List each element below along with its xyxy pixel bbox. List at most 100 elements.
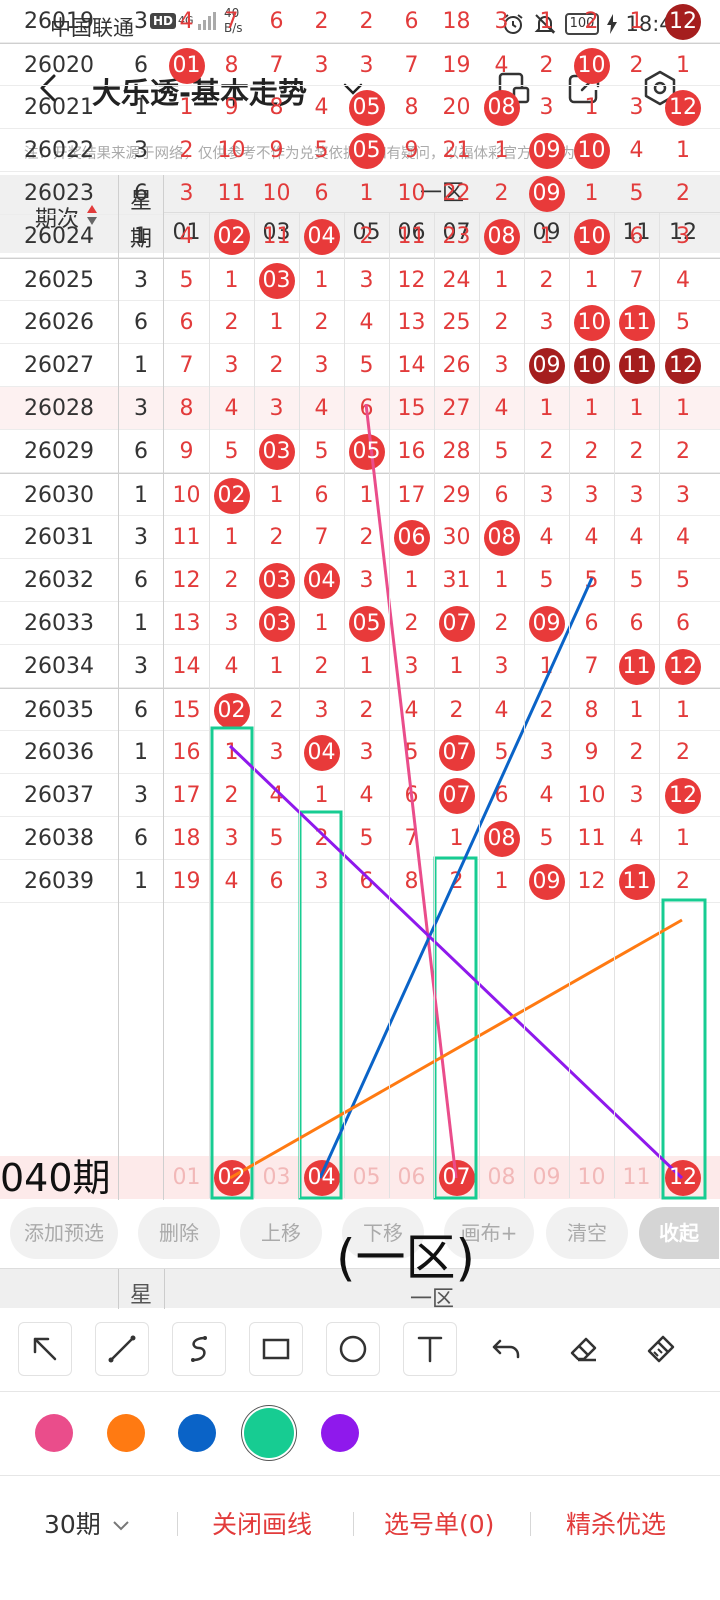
pen-color-swatch[interactable] (35, 1414, 73, 1452)
omission-value: 9 (254, 129, 299, 172)
period-selector[interactable]: 30期 (44, 1505, 133, 1541)
weekday: 6 (134, 53, 148, 78)
cell-value: 05 (352, 439, 381, 464)
cell-value: 12 (577, 869, 606, 894)
cell-value: 6 (584, 611, 599, 636)
pen-color-swatch[interactable] (107, 1414, 145, 1452)
cell-value: 3 (404, 654, 419, 679)
drawn-number-ball: 03 (254, 559, 299, 602)
zone-annotation-text: (一区) (336, 1229, 476, 1287)
prediction-number[interactable]: 06 (389, 1156, 434, 1199)
cell-value: 2 (269, 525, 284, 550)
omission-value: 1 (569, 259, 614, 302)
prediction-period-label: 040期 (0, 1156, 111, 1200)
omission-value: 3 (389, 645, 434, 688)
omission-value: 1 (659, 387, 707, 430)
prediction-number[interactable]: 10 (569, 1156, 614, 1199)
prediction-number[interactable]: 01 (164, 1156, 209, 1199)
cell-value: 2 (676, 740, 690, 765)
cell-value: 2 (224, 310, 239, 335)
cell-value: 12 (669, 353, 697, 378)
cell-value: 11 (622, 869, 651, 894)
omission-value: 4 (569, 516, 614, 559)
cell-value: 18 (172, 826, 201, 851)
pen-color-swatch[interactable] (178, 1414, 216, 1452)
undo-icon[interactable] (480, 1322, 534, 1376)
drawn-number-ball: 05 (344, 129, 389, 172)
cell-value: 3 (539, 483, 554, 508)
cell-value: 3 (269, 740, 284, 765)
omission-value: 3 (479, 645, 524, 688)
drawn-number-ball: 07 (434, 774, 479, 817)
drawn-number-ball: 07 (434, 602, 479, 645)
table-row: 26033 1 13 3 03 1 05 2 07 2 09 6 6 6 (0, 602, 720, 645)
omission-value: 2 (299, 301, 344, 344)
cell-value: 5 (269, 826, 284, 851)
prediction-number[interactable]: 11 (614, 1156, 659, 1199)
omission-value: 4 (614, 516, 659, 559)
omission-value: 3 (344, 44, 389, 87)
cell-value: 5 (676, 568, 690, 593)
pen-color-swatch[interactable] (244, 1408, 294, 1458)
cell-value: 22 (442, 181, 471, 206)
clear-brush-icon[interactable] (634, 1322, 688, 1376)
cell-value: 2 (676, 181, 690, 206)
drawn-number-ball: 10 (569, 344, 614, 387)
text-tool-icon[interactable] (403, 1322, 457, 1376)
predicted-number-ball[interactable]: 12 (659, 1156, 707, 1199)
cell-value: 2 (269, 353, 284, 378)
close-lines-button[interactable]: 关闭画线 (212, 1505, 312, 1541)
issue-number: 26031 (24, 525, 94, 550)
prediction-number[interactable]: 08 (479, 1156, 524, 1199)
omission-value: 23 (434, 215, 479, 258)
drawn-number-ball: 09 (524, 344, 569, 387)
cell-value: 08 (487, 525, 516, 550)
curve-tool-icon[interactable] (172, 1322, 226, 1376)
cell-value: 2 (449, 869, 464, 894)
omission-value: 2 (254, 344, 299, 387)
clear-button[interactable]: 清空 (546, 1207, 628, 1259)
prediction-number[interactable]: 09 (524, 1156, 569, 1199)
cell-value: 20 (442, 95, 471, 120)
cell-value: 6 (629, 611, 644, 636)
cell-value: 3 (224, 353, 239, 378)
omission-value: 3 (569, 474, 614, 517)
omission-value: 4 (299, 86, 344, 129)
line-tool-icon[interactable] (95, 1322, 149, 1376)
collapse-button[interactable]: 收起 (639, 1207, 719, 1259)
omission-value: 8 (164, 387, 209, 430)
omission-value: 3 (299, 689, 344, 732)
cell-value: 29 (442, 483, 471, 508)
omission-value: 5 (299, 430, 344, 473)
omission-value: 31 (434, 559, 479, 602)
table-row: 26028 3 8 4 3 4 6 15 27 4 1 1 1 1 (0, 387, 720, 430)
selection-list-button[interactable]: 选号单(0) (384, 1505, 494, 1541)
drawn-number-ball: 10 (569, 44, 614, 87)
omission-value: 2 (524, 259, 569, 302)
omission-value: 2 (659, 430, 707, 473)
move-up-button[interactable]: 上移 (240, 1207, 322, 1259)
eraser-icon[interactable] (557, 1322, 611, 1376)
omission-value: 4 (164, 215, 209, 258)
rectangle-tool-icon[interactable] (249, 1322, 303, 1376)
prediction-number[interactable]: 05 (344, 1156, 389, 1199)
pen-color-palette (0, 1392, 720, 1476)
cell-value: 12 (669, 783, 697, 808)
issue-number: 26025 (24, 268, 94, 293)
omission-value: 4 (479, 689, 524, 732)
predicted-number-ball[interactable]: 04 (299, 1156, 344, 1199)
premium-picks-button[interactable]: 精杀优选 (566, 1505, 666, 1541)
column-divider (614, 213, 615, 1198)
predicted-number-ball[interactable]: 02 (209, 1156, 254, 1199)
prediction-number[interactable]: 03 (254, 1156, 299, 1199)
delete-button[interactable]: 删除 (138, 1207, 220, 1259)
cell-value: 3 (539, 740, 554, 765)
predicted-number-ball[interactable]: 07 (434, 1156, 479, 1199)
omission-value: 17 (389, 474, 434, 517)
pen-color-swatch[interactable] (321, 1414, 359, 1452)
arrow-tool-icon[interactable] (18, 1322, 72, 1376)
add-preselect-button[interactable]: 添加预选 (10, 1207, 118, 1259)
omission-value: 12 (164, 559, 209, 602)
circle-tool-icon[interactable] (326, 1322, 380, 1376)
table-row: 26038 6 18 3 5 2 5 7 1 08 5 11 4 1 (0, 817, 720, 860)
